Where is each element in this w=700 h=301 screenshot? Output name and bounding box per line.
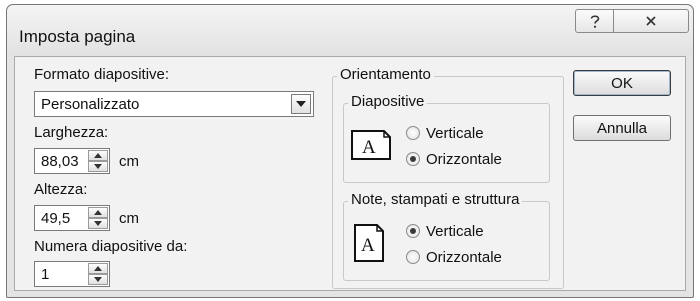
question-mark-icon xyxy=(590,14,599,28)
width-label: Larghezza: xyxy=(34,124,109,141)
height-increment-button[interactable] xyxy=(88,207,108,218)
cancel-button[interactable]: Annulla xyxy=(573,115,671,141)
portrait-page-icon: A xyxy=(354,224,384,262)
slides-vertical-label: Verticale xyxy=(426,124,484,142)
slides-vertical-radio[interactable] xyxy=(406,126,420,140)
slides-group-title: Diapositive xyxy=(348,93,428,110)
number-from-value: 1 xyxy=(41,266,50,283)
down-arrow-icon xyxy=(94,277,102,282)
slides-horizontal-option[interactable]: Orizzontale xyxy=(406,149,502,169)
width-decrement-button[interactable] xyxy=(88,161,108,172)
number-from-spin-buttons xyxy=(88,263,108,285)
up-arrow-icon xyxy=(94,266,102,271)
orientation-group: Orientamento Diapositive A Verticale Ori… xyxy=(332,66,564,289)
up-arrow-icon xyxy=(94,153,102,158)
width-unit: cm xyxy=(119,153,139,170)
number-from-decrement-button[interactable] xyxy=(88,274,108,285)
notes-vertical-label: Verticale xyxy=(426,222,484,240)
slide-size-label: Formato diapositive: xyxy=(34,66,170,83)
notes-horizontal-option[interactable]: Orizzontale xyxy=(406,247,502,267)
dropdown-arrow-button[interactable] xyxy=(291,94,311,114)
number-from-increment-button[interactable] xyxy=(88,263,108,274)
number-from-spinner[interactable]: 1 xyxy=(34,261,110,287)
slide-size-dropdown[interactable]: Personalizzato xyxy=(34,91,314,117)
width-value: 88,03 xyxy=(41,153,79,170)
page-setup-dialog: Imposta pagina Formato diapositive: Pers… xyxy=(6,4,694,298)
title-bar[interactable]: Imposta pagina xyxy=(7,5,693,55)
width-increment-button[interactable] xyxy=(88,150,108,161)
svg-text:A: A xyxy=(361,235,375,256)
height-label: Altezza: xyxy=(34,181,88,198)
height-spin-buttons xyxy=(88,207,108,229)
chevron-down-icon xyxy=(296,101,306,107)
orientation-group-title: Orientamento xyxy=(337,66,434,83)
slide-size-value: Personalizzato xyxy=(41,96,140,113)
slides-orientation-group: Diapositive A Verticale Orizzontale xyxy=(343,93,550,183)
notes-vertical-radio[interactable] xyxy=(406,224,420,238)
slides-horizontal-radio[interactable] xyxy=(406,152,420,166)
landscape-page-icon: A xyxy=(351,130,391,160)
height-spinner[interactable]: 49,5 xyxy=(34,205,110,231)
slides-vertical-option[interactable]: Verticale xyxy=(406,123,484,143)
notes-orientation-group: Note, stampati e struttura A Verticale O… xyxy=(343,191,550,281)
dialog-title: Imposta pagina xyxy=(19,27,136,46)
notes-horizontal-label: Orizzontale xyxy=(426,248,502,266)
help-button[interactable] xyxy=(575,9,613,33)
height-decrement-button[interactable] xyxy=(88,218,108,229)
down-arrow-icon xyxy=(94,164,102,169)
down-arrow-icon xyxy=(94,221,102,226)
close-x-icon xyxy=(646,16,656,26)
height-unit: cm xyxy=(119,210,139,227)
height-value: 49,5 xyxy=(41,210,71,227)
number-from-label: Numera diapositive da: xyxy=(34,238,188,255)
notes-group-title: Note, stampati e struttura xyxy=(348,191,523,208)
notes-horizontal-radio[interactable] xyxy=(406,250,420,264)
notes-vertical-option[interactable]: Verticale xyxy=(406,221,484,241)
svg-text:A: A xyxy=(362,137,376,158)
width-spin-buttons xyxy=(88,150,108,172)
ok-button[interactable]: OK xyxy=(573,70,671,96)
close-button[interactable] xyxy=(613,9,689,33)
slides-horizontal-label: Orizzontale xyxy=(426,150,502,168)
width-spinner[interactable]: 88,03 xyxy=(34,148,110,174)
up-arrow-icon xyxy=(94,210,102,215)
